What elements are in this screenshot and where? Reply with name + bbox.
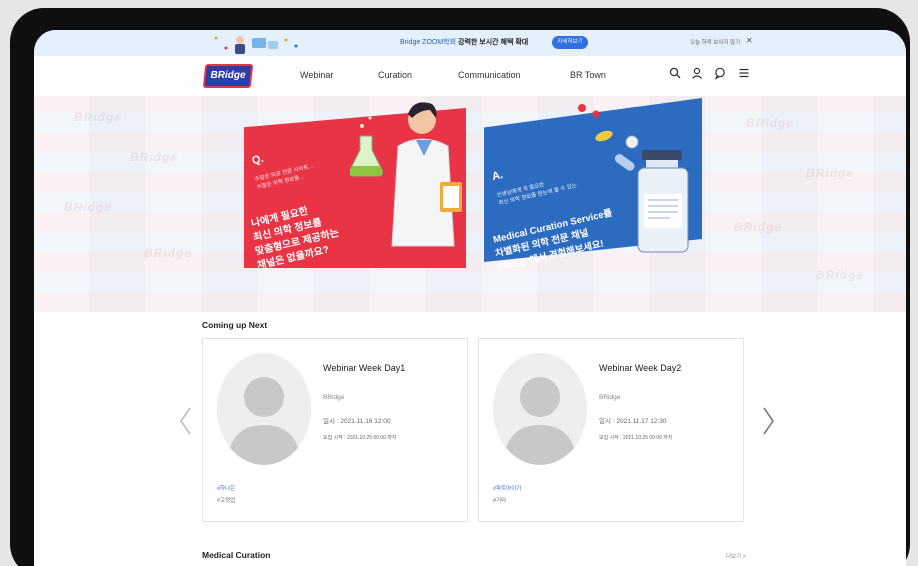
pills-illustration (578, 104, 639, 171)
header-icons (668, 66, 752, 82)
card-organizer: BRidge (599, 394, 621, 401)
card-host: #기타 (493, 498, 507, 504)
prev-arrow-icon[interactable] (178, 406, 194, 436)
hero-watermark: BRidge (734, 220, 782, 234)
webinar-card[interactable]: Webinar Week Day2 BRidge 일시 : 2021.11.17… (478, 338, 744, 522)
browser-screen: Bridge ZOOM학회 강력한 보시간 혜택 확대 자세히보기 오늘 하루 … (34, 30, 906, 566)
more-link[interactable]: 더보기 > (726, 552, 746, 560)
card-registration: 모집 시작 : 2021.10.25 00:00 까지 (599, 435, 673, 441)
card-title[interactable]: Webinar Week Day1 (323, 363, 405, 373)
promo-detail-button[interactable]: 자세히보기 (552, 36, 588, 49)
coming-up-title: Coming up Next (202, 320, 268, 330)
site-header: BRidge Webinar Curation Communication BR… (34, 56, 906, 96)
hero-watermark: BRidge (74, 110, 122, 124)
medical-curation-title: Medical Curation (202, 550, 271, 560)
menu-icon[interactable] (737, 66, 751, 80)
promo-banner[interactable]: Bridge ZOOM학회 강력한 보시간 혜택 확대 자세히보기 오늘 하루 … (34, 30, 906, 56)
hero-watermark: BRidge (816, 268, 864, 282)
promo-text: Bridge ZOOM학회 강력한 보시간 혜택 확대 (400, 39, 529, 46)
banner-a-mark: A. (490, 168, 505, 184)
hero-carousel[interactable]: BRidge BRidge BRidge BRidge BRidge BRidg… (34, 96, 906, 312)
nav-br-town[interactable]: BR Town (570, 70, 606, 80)
close-icon[interactable]: ✕ (746, 36, 753, 45)
hero-watermark: BRidge (64, 200, 112, 214)
user-icon[interactable] (690, 66, 704, 80)
chat-icon[interactable] (713, 66, 727, 80)
avatar (217, 353, 311, 465)
hero-watermark: BRidge (144, 246, 192, 260)
doctor-illustration (350, 102, 462, 247)
card-tag[interactable]: #하나은 (217, 484, 235, 492)
site-logo[interactable]: BRidge (202, 64, 254, 88)
promo-illustration (214, 36, 298, 54)
banner-q-mark: Q. (250, 152, 265, 168)
card-registration: 모집 시작 : 2021.10.25 00:00 까지 (323, 435, 397, 441)
card-date: 일시 : 2021.11.17 12:30 (599, 418, 667, 425)
card-organizer: BRidge (323, 394, 345, 401)
card-date: 일시 : 2021.11.16 12:00 (323, 418, 391, 425)
nav-communication[interactable]: Communication (458, 70, 521, 80)
card-tag[interactable]: #파트아이기 (493, 484, 521, 492)
next-arrow-icon[interactable] (760, 406, 776, 436)
nav-webinar[interactable]: Webinar (300, 70, 333, 80)
avatar (493, 353, 587, 465)
promo-dismiss-today[interactable]: 오늘 하루 보이지 않기 (690, 38, 740, 46)
hero-watermark: BRidge (746, 116, 794, 130)
card-title[interactable]: Webinar Week Day2 (599, 363, 681, 373)
search-icon[interactable] (668, 66, 682, 80)
device-frame: Bridge ZOOM학회 강력한 보시간 혜택 확대 자세히보기 오늘 하루 … (10, 8, 910, 566)
hero-watermark: BRidge (806, 166, 854, 180)
hero-watermark: BRidge (130, 150, 178, 164)
webinar-card[interactable]: Webinar Week Day1 BRidge 일시 : 2021.11.16… (202, 338, 468, 522)
card-host: #고정업 (217, 498, 236, 504)
nav-curation[interactable]: Curation (378, 70, 412, 80)
